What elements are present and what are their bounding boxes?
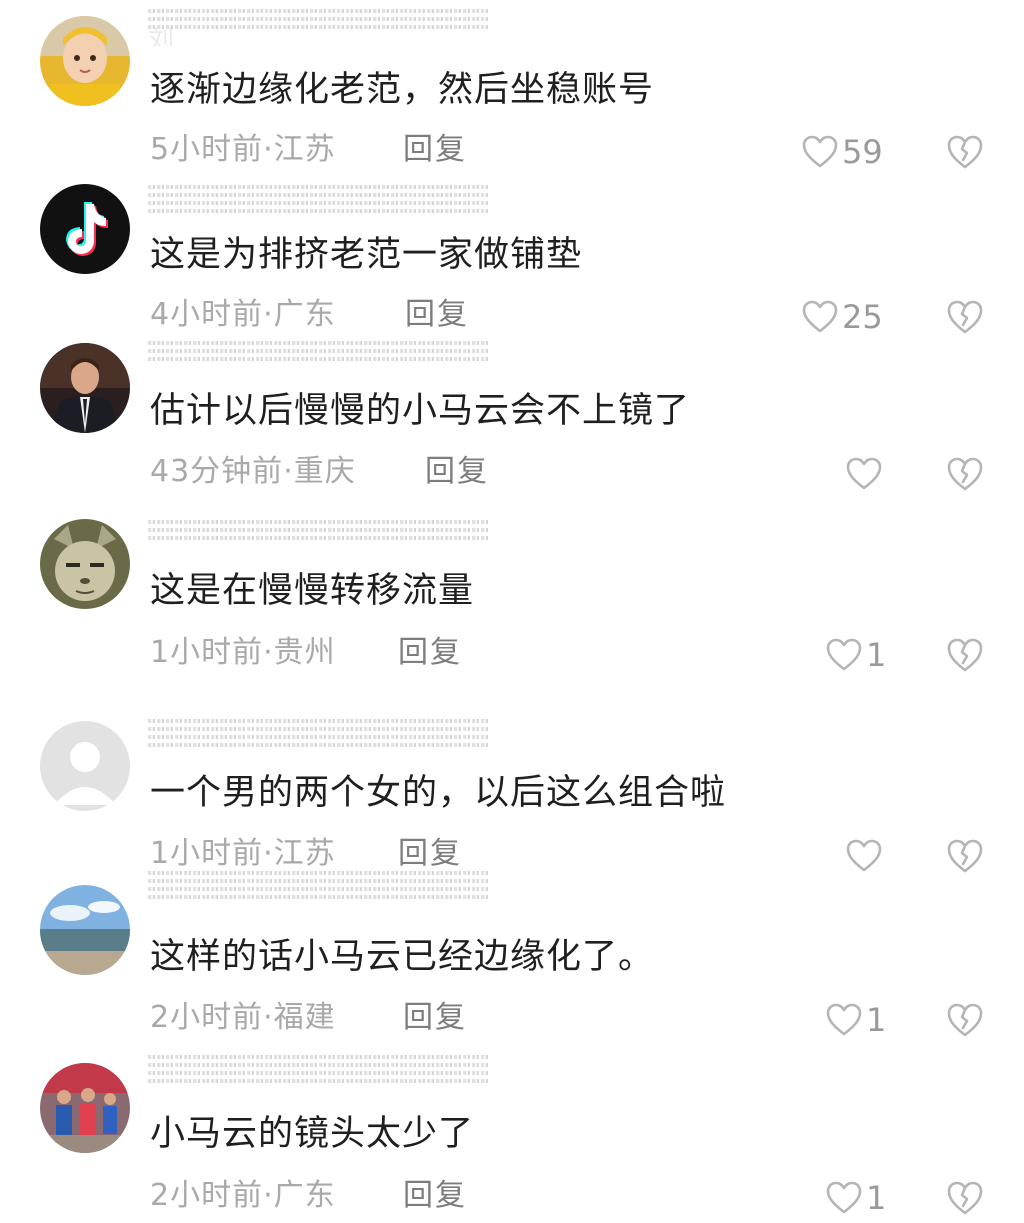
comment-time: 1小时前 [150, 635, 264, 670]
comment-time: 43分钟前 [150, 454, 284, 489]
heart-icon [846, 839, 882, 872]
username[interactable] [148, 182, 488, 222]
comment-meta: 5小时前·江苏 [150, 132, 336, 168]
comment-location: 重庆 [293, 454, 356, 489]
cartoon-animal-avatar [40, 519, 130, 609]
dislike-button[interactable] [946, 134, 984, 170]
heart-icon [826, 638, 862, 671]
reply-button[interactable]: 回复 [425, 454, 489, 490]
dislike-button[interactable] [946, 1180, 984, 1216]
child-photo-avatar [40, 16, 130, 106]
username[interactable] [148, 1052, 488, 1092]
seascape-avatar [40, 885, 130, 975]
tiktok-logo-avatar [40, 184, 130, 274]
username[interactable]: 刘 [148, 6, 488, 46]
avatar[interactable] [40, 16, 130, 106]
broken-heart-icon [947, 1003, 983, 1037]
heart-icon [826, 1003, 862, 1036]
avatar[interactable] [40, 885, 130, 975]
like-count: 25 [842, 298, 883, 336]
comment-text: 这是在慢慢转移流量 [150, 571, 475, 611]
reply-button[interactable]: 回复 [403, 1178, 467, 1214]
meta-separator: · [283, 454, 294, 489]
comment-text: 这样的话小马云已经边缘化了。 [150, 937, 655, 977]
dislike-button[interactable] [946, 1002, 984, 1038]
group-photo-avatar [40, 1063, 130, 1153]
reply-button[interactable]: 回复 [405, 297, 469, 333]
avatar[interactable] [40, 1063, 130, 1153]
comment-meta: 1小时前·江苏 [150, 836, 336, 872]
broken-heart-icon [947, 135, 983, 169]
default-user-avatar [40, 721, 130, 811]
meta-separator: · [263, 132, 274, 167]
comment-time: 2小时前 [150, 1178, 264, 1213]
avatar[interactable] [40, 184, 130, 274]
username[interactable] [148, 868, 488, 908]
heart-icon [846, 457, 882, 490]
like-button[interactable]: 25 [802, 297, 883, 337]
dislike-button[interactable] [946, 456, 984, 492]
like-count: 1 [866, 1001, 887, 1039]
dislike-button[interactable] [946, 637, 984, 673]
like-count: 1 [866, 636, 887, 674]
man-in-suit-avatar [40, 343, 130, 433]
username[interactable] [148, 716, 488, 756]
meta-separator: · [263, 635, 274, 670]
meta-separator: · [263, 1178, 274, 1213]
avatar[interactable] [40, 519, 130, 609]
avatar[interactable] [40, 343, 130, 433]
reply-button[interactable]: 回复 [403, 1000, 467, 1036]
meta-separator: · [263, 297, 274, 332]
comment-meta: 1小时前·贵州 [150, 635, 336, 671]
comment-location: 广东 [273, 1178, 336, 1213]
comment-location: 贵州 [273, 635, 336, 670]
reply-button[interactable]: 回复 [403, 132, 467, 168]
username[interactable] [148, 338, 488, 378]
comment-meta: 43分钟前·重庆 [150, 454, 356, 490]
comment-time: 4小时前 [150, 297, 264, 332]
reply-button[interactable]: 回复 [398, 836, 462, 872]
like-count: 1 [866, 1179, 887, 1217]
comment-text: 小马云的镜头太少了 [150, 1114, 475, 1154]
reply-button[interactable]: 回复 [398, 635, 462, 671]
comment-text: 一个男的两个女的，以后这么组合啦 [150, 773, 727, 813]
comment-time: 1小时前 [150, 836, 264, 871]
comment-text: 估计以后慢慢的小马云会不上镜了 [150, 391, 691, 431]
broken-heart-icon [947, 839, 983, 873]
like-count: 59 [842, 133, 883, 171]
dislike-button[interactable] [946, 299, 984, 335]
comment-location: 福建 [273, 1000, 336, 1035]
heart-icon [802, 300, 838, 333]
comment-text: 逐渐边缘化老范，然后坐稳账号 [150, 70, 655, 110]
avatar[interactable] [40, 721, 130, 811]
like-button[interactable]: 1 [826, 635, 886, 675]
comment-location: 广东 [273, 297, 336, 332]
like-button[interactable]: 59 [802, 132, 883, 172]
meta-separator: · [263, 836, 274, 871]
comment-meta: 4小时前·广东 [150, 297, 336, 333]
comment-time: 2小时前 [150, 1000, 264, 1035]
comment-meta: 2小时前·广东 [150, 1178, 336, 1214]
comment-time: 5小时前 [150, 132, 264, 167]
heart-icon [826, 1181, 862, 1214]
meta-separator: · [263, 1000, 274, 1035]
broken-heart-icon [947, 638, 983, 672]
broken-heart-icon [947, 1181, 983, 1215]
heart-icon [802, 135, 838, 168]
broken-heart-icon [947, 457, 983, 491]
like-button[interactable] [846, 836, 886, 876]
comment-meta: 2小时前·福建 [150, 1000, 336, 1036]
username-text: 刘 [148, 26, 177, 46]
broken-heart-icon [947, 300, 983, 334]
like-button[interactable] [846, 454, 886, 494]
comment-text: 这是为排挤老范一家做铺垫 [150, 235, 583, 275]
username[interactable] [148, 517, 488, 557]
comment-location: 江苏 [273, 132, 336, 167]
like-button[interactable]: 1 [826, 1178, 886, 1218]
like-button[interactable]: 1 [826, 1000, 886, 1040]
comment-location: 江苏 [273, 836, 336, 871]
dislike-button[interactable] [946, 838, 984, 874]
